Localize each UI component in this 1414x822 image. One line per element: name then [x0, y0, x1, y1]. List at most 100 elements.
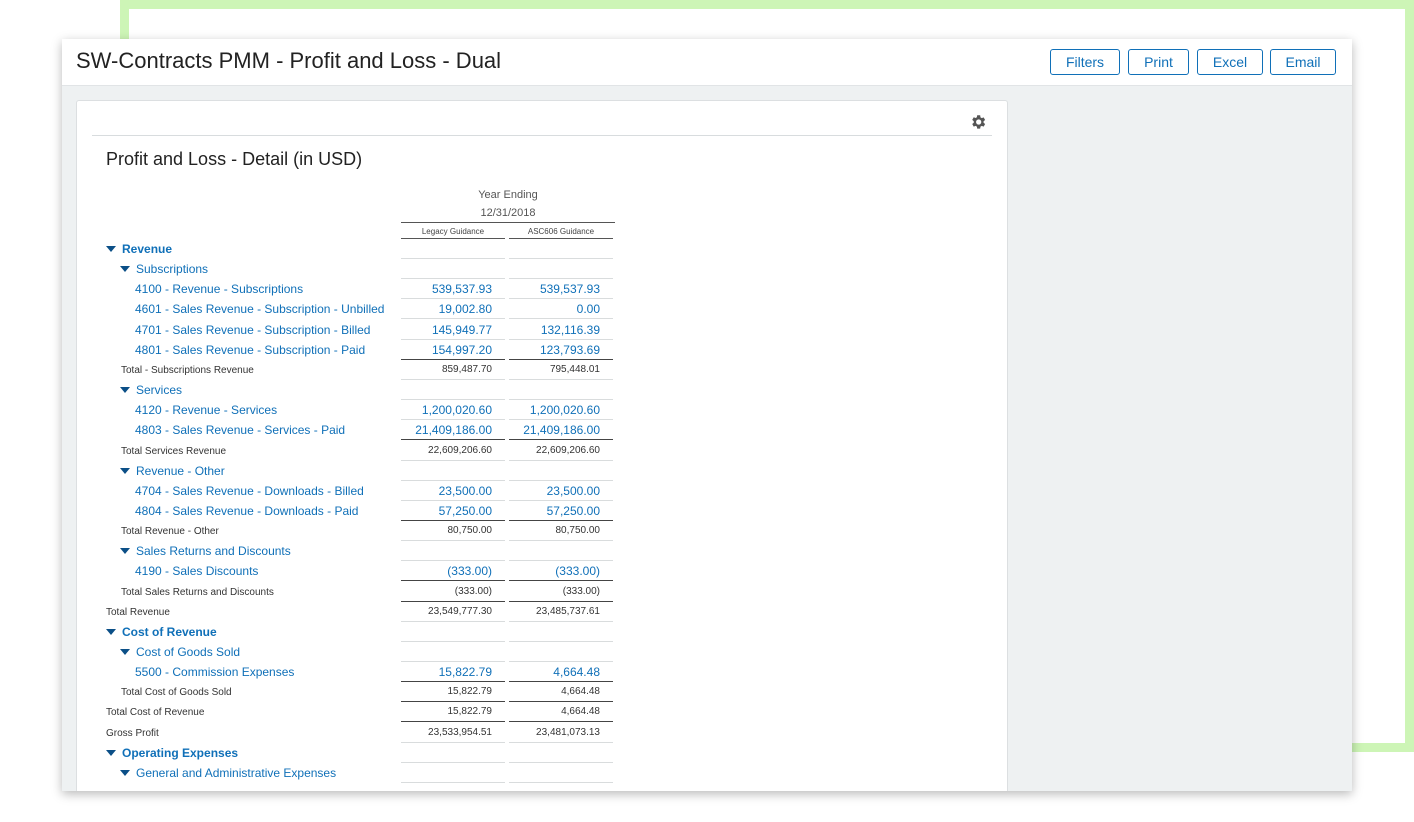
total-row: Total - Subscriptions Revenue 859,487.70 7… [77, 360, 1007, 380]
group-row[interactable]: Sales Returns and Discounts [77, 541, 1007, 562]
row-label-cell[interactable]: 4190 - Sales Discounts [135, 564, 258, 578]
asc606-value[interactable]: 4,664.48 [509, 665, 613, 679]
group-row[interactable]: Revenue - Other [77, 461, 1007, 481]
asc606-value: 80,750.00 [555, 525, 601, 537]
total-row: Total Cost of Goods Sold 15,822.79 4,664.4… [77, 682, 1007, 703]
row-label: Cost of Revenue [122, 624, 217, 639]
collapse-triangle-icon[interactable] [106, 628, 116, 635]
print-button[interactable]: Print [1128, 49, 1189, 75]
account-row[interactable]: 4704 - Sales Revenue - Downloads - Bille… [77, 481, 1007, 501]
asc606-value[interactable]: 57,250.00 [509, 504, 613, 518]
account-row[interactable]: 5500 - Commission Expenses 15,822.79 4,664… [77, 662, 1007, 683]
asc606-value[interactable]: 1,200,020.60 [509, 403, 613, 417]
row-label: Gross Profit [106, 727, 159, 739]
row-label[interactable]: 4601 - Sales Revenue - Subscription - Un… [135, 302, 384, 316]
legacy-value[interactable]: 21,409,186.00 [401, 423, 505, 437]
filters-button[interactable]: Filters [1050, 49, 1120, 75]
legacy-value[interactable]: 154,997.20 [401, 343, 505, 357]
group-row[interactable]: Cost of Goods Sold [77, 642, 1007, 662]
asc606-value[interactable]: 123,793.69 [509, 343, 613, 357]
row-label: Total - Subscriptions Revenue [121, 364, 254, 376]
row-label[interactable]: 4704 - Sales Revenue - Downloads - Bille… [135, 484, 364, 498]
collapse-triangle-icon[interactable] [120, 467, 130, 474]
collapse-triangle-icon[interactable] [120, 387, 130, 394]
excel-button[interactable]: Excel [1197, 49, 1263, 75]
asc606-value[interactable]: 23,500.00 [509, 484, 613, 498]
collapse-triangle-icon[interactable] [120, 266, 130, 273]
legacy-value: (333.00) [454, 585, 492, 597]
account-row[interactable]: 4100 - Revenue - Subscriptions 539,537.93… [77, 279, 1007, 300]
collapse-triangle-icon[interactable] [106, 246, 116, 252]
account-row[interactable]: 4804 - Sales Revenue - Downloads - Paid 5… [77, 501, 1007, 521]
row-label[interactable]: 4100 - Revenue - Subscriptions [135, 282, 303, 296]
row-label-cell[interactable]: 4120 - Revenue - Services [135, 403, 277, 417]
account-row[interactable]: 4803 - Sales Revenue - Services - Paid 21… [77, 420, 1007, 441]
row-label[interactable]: 5500 - Commission Expenses [135, 665, 294, 679]
panel-divider [92, 135, 992, 136]
row-label-cell: Sales Returns and Discounts [120, 544, 291, 558]
row-label[interactable]: 4190 - Sales Discounts [135, 564, 258, 578]
total-row: Total Revenue - Other 80,750.00 80,750.00 [77, 521, 1007, 542]
row-label: Total Cost of Goods Sold [121, 687, 232, 699]
row-label[interactable]: 4120 - Revenue - Services [135, 403, 277, 417]
asc606-value[interactable]: 0.00 [509, 302, 613, 316]
row-label[interactable]: 4804 - Sales Revenue - Downloads - Paid [135, 504, 358, 518]
row-label-cell: Total Revenue [106, 607, 170, 618]
row-label-cell[interactable]: 4801 - Sales Revenue - Subscription - Pa… [135, 343, 365, 357]
asc606-value[interactable]: (333.00) [509, 564, 613, 578]
account-row[interactable]: 4801 - Sales Revenue - Subscription - Pa… [77, 340, 1007, 360]
collapse-triangle-icon[interactable] [106, 749, 116, 756]
account-row[interactable]: 4120 - Revenue - Services 1,200,020.60 1,2… [77, 400, 1007, 421]
row-label: Total Revenue [106, 606, 170, 618]
legacy-value[interactable]: 15,822.79 [401, 665, 505, 679]
gear-icon[interactable] [969, 113, 987, 131]
row-label-cell: Services [120, 383, 182, 397]
row-label[interactable]: 4801 - Sales Revenue - Subscription - Pa… [135, 343, 365, 357]
row-label-cell: Total Revenue - Other [121, 526, 219, 537]
collapse-triangle-icon[interactable] [120, 769, 130, 776]
group-row[interactable]: General and Administrative Expenses [77, 763, 1007, 783]
account-row[interactable]: 4190 - Sales Discounts (333.00) (333.00) [77, 561, 1007, 582]
row-label-cell: Total Cost of Goods Sold [121, 687, 232, 698]
row-label-cell[interactable]: 5500 - Commission Expenses [135, 665, 294, 679]
row-label: Total Sales Returns and Discounts [121, 586, 274, 598]
collapse-triangle-icon[interactable] [120, 649, 130, 655]
row-label-cell[interactable]: 4804 - Sales Revenue - Downloads - Paid [135, 504, 358, 518]
legacy-value[interactable]: 19,002.80 [401, 302, 505, 316]
row-label-cell[interactable]: 4701 - Sales Revenue - Subscription - Bi… [135, 323, 370, 337]
legacy-value[interactable]: 145,949.77 [401, 323, 505, 337]
collapse-triangle-icon[interactable] [120, 548, 130, 555]
total-row: Total Cost of Revenue 15,822.79 4,664.48 [77, 702, 1007, 723]
section-row[interactable]: Cost of Revenue [77, 622, 1007, 642]
row-label-cell: Subscriptions [120, 262, 208, 276]
legacy-value[interactable]: 57,250.00 [401, 504, 505, 518]
account-row[interactable]: 4701 - Sales Revenue - Subscription - Bi… [77, 320, 1007, 340]
legacy-value[interactable]: 539,537.93 [401, 282, 505, 296]
row-label-cell[interactable]: 4803 - Sales Revenue - Services - Paid [135, 423, 345, 437]
legacy-value[interactable]: 1,200,020.60 [401, 403, 505, 417]
section-row[interactable]: Operating Expenses [77, 743, 1007, 763]
group-row[interactable]: Services [77, 380, 1007, 401]
group-row[interactable]: Subscriptions [77, 259, 1007, 280]
legacy-value: 859,487.70 [441, 363, 492, 375]
row-label-cell[interactable]: 4100 - Revenue - Subscriptions [135, 282, 303, 296]
row-label[interactable]: 4803 - Sales Revenue - Services - Paid [135, 423, 345, 437]
asc606-value[interactable]: 539,537.93 [509, 282, 613, 296]
account-row[interactable]: 4601 - Sales Revenue - Subscription - Un… [77, 299, 1007, 320]
row-label-cell: Total Cost of Revenue [106, 707, 204, 718]
legacy-value[interactable]: 23,500.00 [401, 484, 505, 498]
page-title: SW-Contracts PMM - Profit and Loss - Dua… [76, 48, 502, 73]
row-label-cell[interactable]: 4704 - Sales Revenue - Downloads - Bille… [135, 484, 364, 498]
asc606-value[interactable]: 132,116.39 [509, 323, 613, 337]
row-label-cell: Cost of Goods Sold [120, 645, 240, 659]
row-label-cell[interactable]: 4601 - Sales Revenue - Subscription - Un… [135, 302, 384, 316]
email-button[interactable]: Email [1270, 49, 1336, 75]
legacy-value: 15,822.79 [447, 706, 493, 718]
legacy-value[interactable]: (333.00) [401, 564, 505, 578]
section-row[interactable]: Revenue [77, 239, 1007, 259]
asc606-value[interactable]: 21,409,186.00 [509, 423, 613, 437]
row-label[interactable]: 4701 - Sales Revenue - Subscription - Bi… [135, 323, 370, 337]
legacy-value: 22,609,206.60 [428, 444, 492, 456]
total-row: Total Sales Returns and Discounts (333.00… [77, 582, 1007, 602]
row-label: Sales Returns and Discounts [136, 544, 291, 559]
